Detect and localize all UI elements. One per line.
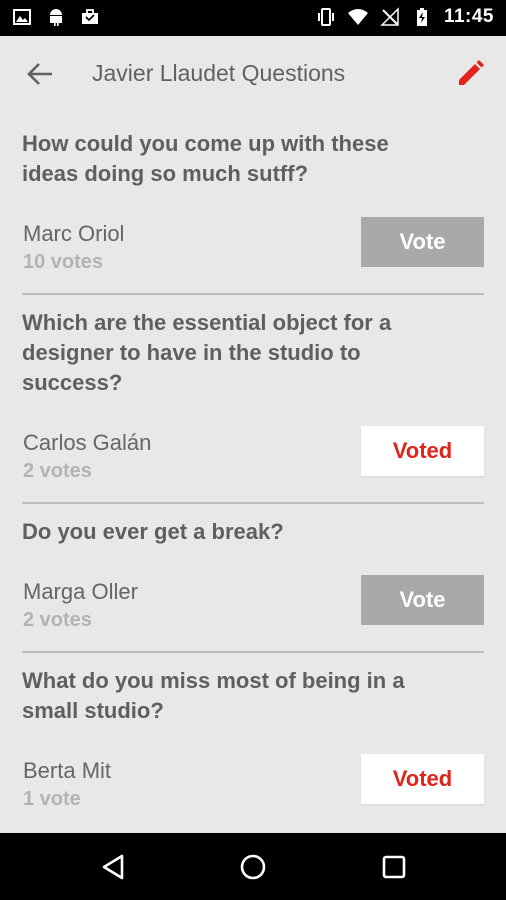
question-text: Do you ever get a break? — [22, 519, 284, 544]
clock: 11:45 — [443, 6, 494, 27]
vote-button[interactable]: Vote — [361, 217, 484, 267]
voted-button[interactable]: Voted — [361, 426, 484, 476]
question-text: What do you miss most of being in a smal… — [22, 668, 405, 723]
question-author: Marga Oller — [23, 579, 138, 604]
question-card: How could you come up with these ideas d… — [22, 116, 484, 295]
briefcase-icon — [82, 9, 98, 24]
question-author: Berta Mit — [23, 758, 112, 783]
image-icon — [13, 9, 31, 25]
questions-list: How could you come up with these ideas d… — [0, 116, 506, 833]
back-triangle-icon[interactable] — [98, 851, 130, 883]
android-icon — [50, 9, 62, 26]
no-signal-icon — [380, 7, 399, 26]
page-title: Javier Llaudet Questions — [92, 60, 346, 86]
system-nav-bar — [0, 833, 506, 900]
question-meta: Marc Oriol 10 votes Vote — [22, 189, 484, 293]
battery-charging-icon — [416, 8, 427, 26]
vote-button[interactable]: Vote — [361, 575, 484, 625]
vote-count: 2 votes — [23, 609, 92, 631]
voted-button[interactable]: Voted — [361, 754, 484, 804]
status-bar: 11:45 — [0, 0, 506, 36]
question-meta: Carlos Galán 2 votes Voted — [22, 398, 484, 502]
question-meta: Berta Mit 1 vote Voted — [22, 726, 484, 830]
wifi-icon — [347, 9, 368, 25]
question-author: Marc Oriol — [23, 221, 125, 246]
recents-square-icon[interactable] — [378, 851, 410, 883]
app-toolbar: Javier Llaudet Questions — [0, 36, 506, 116]
question-card: What do you miss most of being in a smal… — [22, 653, 484, 830]
back-arrow-icon[interactable] — [24, 58, 56, 90]
question-card: Do you ever get a break? Marga Oller 2 v… — [22, 504, 484, 653]
home-circle-icon[interactable] — [237, 851, 269, 883]
question-card: Which are the essential object for a des… — [22, 295, 484, 504]
pencil-icon[interactable] — [454, 58, 486, 90]
vote-count: 2 votes — [23, 460, 92, 482]
question-text: How could you come up with these ideas d… — [22, 131, 389, 186]
question-meta: Marga Oller 2 votes Vote — [22, 547, 484, 651]
question-author: Carlos Galán — [23, 430, 152, 455]
vote-count: 10 votes — [23, 251, 104, 273]
vibrate-icon — [317, 8, 334, 26]
question-text: Which are the essential object for a des… — [22, 310, 392, 395]
vote-count: 1 vote — [23, 788, 81, 810]
